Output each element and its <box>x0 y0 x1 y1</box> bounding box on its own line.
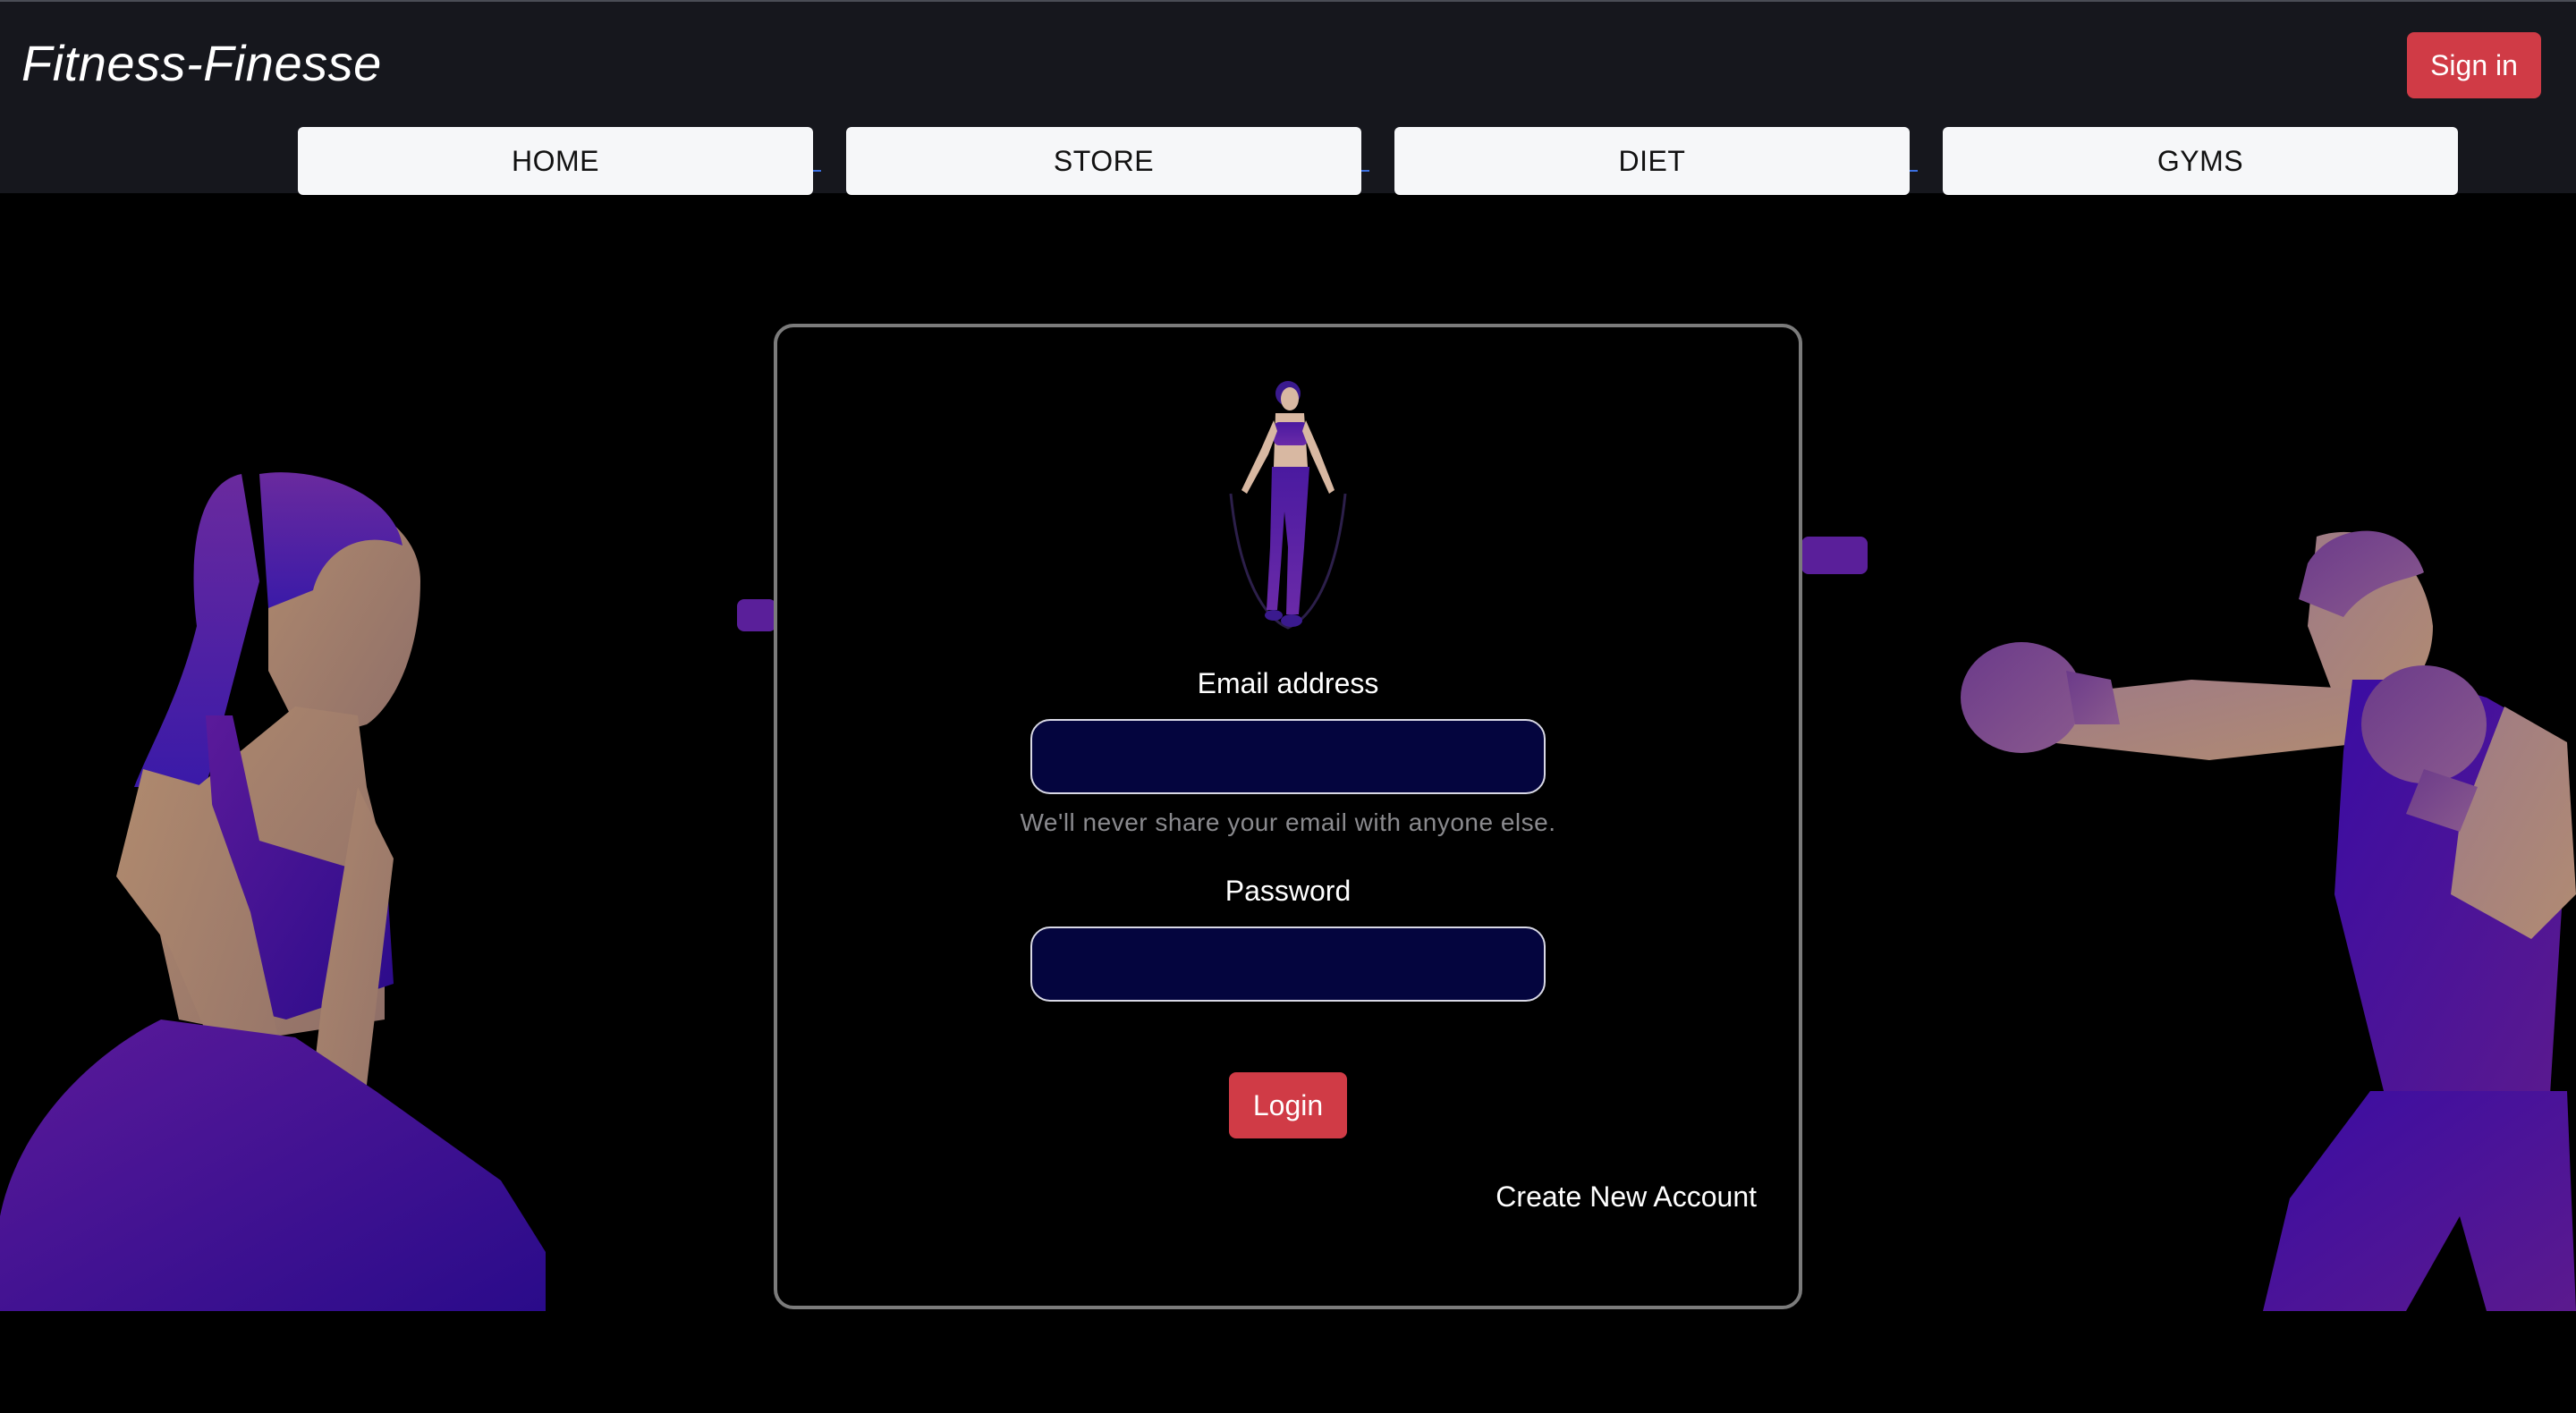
boxer-man-illustration <box>1961 530 2576 1311</box>
email-help-text: We'll never share your email with anyone… <box>1020 808 1556 836</box>
nav-tab-diet[interactable]: DIET <box>1394 127 1910 195</box>
password-label: Password <box>1224 875 1352 907</box>
login-button[interactable]: Login <box>1229 1072 1347 1138</box>
email-input[interactable] <box>1030 719 1546 794</box>
brand-logo[interactable]: Fitness-Finesse <box>21 34 382 92</box>
nav-tab-gyms[interactable]: GYMS <box>1943 127 2458 195</box>
dumbbell-handle-left <box>737 599 776 631</box>
email-label: Email address <box>1197 667 1379 699</box>
dumbbell-handle-right <box>1801 537 1868 574</box>
nav-tab-home[interactable]: HOME <box>298 127 813 195</box>
create-account-link[interactable]: Create New Account <box>1431 1180 1757 1214</box>
navbar: Fitness-Finesse Sign in HOME STORE DIET … <box>0 0 2576 195</box>
page: Fitness-Finesse Sign in HOME STORE DIET … <box>0 0 2576 1413</box>
nav-divider <box>1909 170 1918 172</box>
jump-rope-woman-illustration <box>1229 381 1347 630</box>
nav-divider <box>1360 170 1369 172</box>
password-input[interactable] <box>1030 926 1546 1002</box>
sign-in-button[interactable]: Sign in <box>2407 32 2541 98</box>
nav-divider <box>812 170 821 172</box>
nav-tab-store[interactable]: STORE <box>846 127 1361 195</box>
woman-kneeling-illustration <box>0 472 546 1311</box>
